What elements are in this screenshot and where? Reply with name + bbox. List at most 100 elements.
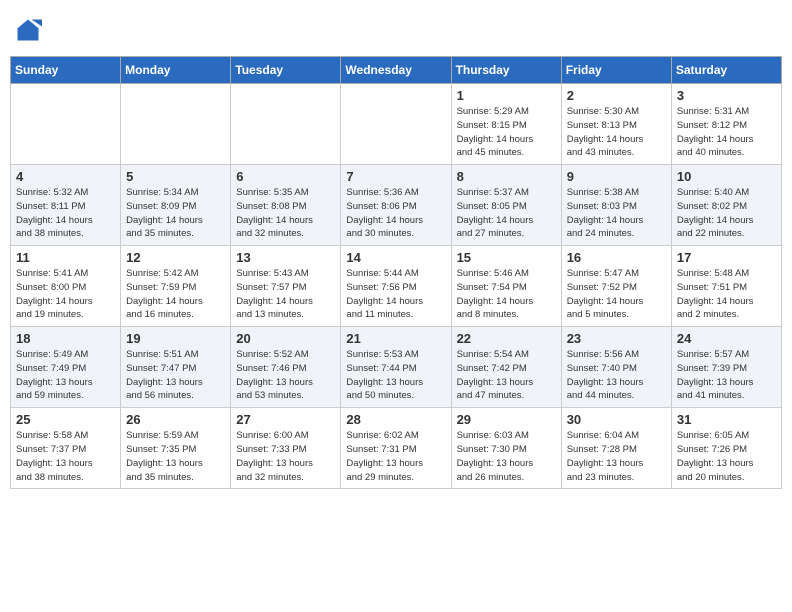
day-info: Sunrise: 5:29 AM Sunset: 8:15 PM Dayligh… (457, 105, 556, 160)
day-number: 31 (677, 412, 776, 427)
calendar-cell: 6Sunrise: 5:35 AM Sunset: 8:08 PM Daylig… (231, 165, 341, 246)
day-number: 3 (677, 88, 776, 103)
logo-icon (14, 16, 42, 44)
day-info: Sunrise: 5:42 AM Sunset: 7:59 PM Dayligh… (126, 267, 225, 322)
calendar-cell: 26 Sunrise: 5:59 AM Sunset: 7:35 PM Dayli… (121, 408, 231, 489)
page-header (10, 10, 782, 50)
calendar-cell: 18 Sunrise: 5:49 AM Sunset: 7:49 PM Dayli… (11, 327, 121, 408)
calendar-cell: 24Sunrise: 5:57 AM Sunset: 7:39 PM Dayli… (671, 327, 781, 408)
day-info: Sunrise: 5:35 AM Sunset: 8:08 PM Dayligh… (236, 186, 335, 241)
day-number: 13 (236, 250, 335, 265)
calendar-cell: 27 Sunrise: 6:00 AM Sunset: 7:33 PM Dayli… (231, 408, 341, 489)
day-number: 29 (457, 412, 556, 427)
calendar-cell: 29 Sunrise: 6:03 AM Sunset: 7:30 PM Dayli… (451, 408, 561, 489)
day-number: 23 (567, 331, 666, 346)
calendar-cell: 19Sunrise: 5:51 AM Sunset: 7:47 PM Dayli… (121, 327, 231, 408)
day-number: 14 (346, 250, 445, 265)
calendar-header-thursday: Thursday (451, 57, 561, 84)
calendar-cell (121, 84, 231, 165)
calendar-week-row: 18 Sunrise: 5:49 AM Sunset: 7:49 PM Dayli… (11, 327, 782, 408)
calendar-cell: 11 Sunrise: 5:41 AM Sunset: 8:00 PM Dayli… (11, 246, 121, 327)
day-info: Sunrise: 6:00 AM Sunset: 7:33 PM Dayligh… (236, 429, 335, 484)
calendar-week-row: 11 Sunrise: 5:41 AM Sunset: 8:00 PM Dayli… (11, 246, 782, 327)
calendar-table: SundayMondayTuesdayWednesdayThursdayFrid… (10, 56, 782, 489)
day-info: Sunrise: 5:48 AM Sunset: 7:51 PM Dayligh… (677, 267, 776, 322)
calendar-cell: 9 Sunrise: 5:38 AM Sunset: 8:03 PM Daylig… (561, 165, 671, 246)
day-info: Sunrise: 6:03 AM Sunset: 7:30 PM Dayligh… (457, 429, 556, 484)
day-info: Sunrise: 5:53 AM Sunset: 7:44 PM Dayligh… (346, 348, 445, 403)
day-number: 1 (457, 88, 556, 103)
calendar-cell: 17 Sunrise: 5:48 AM Sunset: 7:51 PM Dayli… (671, 246, 781, 327)
calendar-cell (231, 84, 341, 165)
day-number: 10 (677, 169, 776, 184)
calendar-header-row: SundayMondayTuesdayWednesdayThursdayFrid… (11, 57, 782, 84)
day-info: Sunrise: 5:59 AM Sunset: 7:35 PM Dayligh… (126, 429, 225, 484)
calendar-cell: 4 Sunrise: 5:32 AM Sunset: 8:11 PM Daylig… (11, 165, 121, 246)
day-number: 18 (16, 331, 115, 346)
calendar-cell: 20Sunrise: 5:52 AM Sunset: 7:46 PM Dayli… (231, 327, 341, 408)
day-number: 11 (16, 250, 115, 265)
day-info: Sunrise: 5:32 AM Sunset: 8:11 PM Dayligh… (16, 186, 115, 241)
calendar-cell: 21 Sunrise: 5:53 AM Sunset: 7:44 PM Dayli… (341, 327, 451, 408)
calendar-cell (11, 84, 121, 165)
day-info: Sunrise: 5:43 AM Sunset: 7:57 PM Dayligh… (236, 267, 335, 322)
day-number: 21 (346, 331, 445, 346)
day-info: Sunrise: 6:05 AM Sunset: 7:26 PM Dayligh… (677, 429, 776, 484)
day-number: 12 (126, 250, 225, 265)
day-info: Sunrise: 5:56 AM Sunset: 7:40 PM Dayligh… (567, 348, 666, 403)
day-info: Sunrise: 5:34 AM Sunset: 8:09 PM Dayligh… (126, 186, 225, 241)
calendar-week-row: 25 Sunrise: 5:58 AM Sunset: 7:37 PM Dayli… (11, 408, 782, 489)
day-number: 24 (677, 331, 776, 346)
day-info: Sunrise: 5:49 AM Sunset: 7:49 PM Dayligh… (16, 348, 115, 403)
day-info: Sunrise: 6:02 AM Sunset: 7:31 PM Dayligh… (346, 429, 445, 484)
calendar-week-row: 4 Sunrise: 5:32 AM Sunset: 8:11 PM Daylig… (11, 165, 782, 246)
day-number: 9 (567, 169, 666, 184)
calendar-cell: 7 Sunrise: 5:36 AM Sunset: 8:06 PM Daylig… (341, 165, 451, 246)
calendar-cell: 31 Sunrise: 6:05 AM Sunset: 7:26 PM Dayli… (671, 408, 781, 489)
day-info: Sunrise: 5:58 AM Sunset: 7:37 PM Dayligh… (16, 429, 115, 484)
day-number: 19 (126, 331, 225, 346)
day-info: Sunrise: 5:31 AM Sunset: 8:12 PM Dayligh… (677, 105, 776, 160)
day-info: Sunrise: 5:38 AM Sunset: 8:03 PM Dayligh… (567, 186, 666, 241)
calendar-cell: 22 Sunrise: 5:54 AM Sunset: 7:42 PM Dayli… (451, 327, 561, 408)
calendar-cell: 5 Sunrise: 5:34 AM Sunset: 8:09 PM Daylig… (121, 165, 231, 246)
day-number: 25 (16, 412, 115, 427)
day-info: Sunrise: 6:04 AM Sunset: 7:28 PM Dayligh… (567, 429, 666, 484)
day-number: 26 (126, 412, 225, 427)
calendar-cell: 30 Sunrise: 6:04 AM Sunset: 7:28 PM Dayli… (561, 408, 671, 489)
day-info: Sunrise: 5:40 AM Sunset: 8:02 PM Dayligh… (677, 186, 776, 241)
calendar-cell: 25 Sunrise: 5:58 AM Sunset: 7:37 PM Dayli… (11, 408, 121, 489)
day-number: 2 (567, 88, 666, 103)
day-number: 27 (236, 412, 335, 427)
calendar-cell: 1 Sunrise: 5:29 AM Sunset: 8:15 PM Daylig… (451, 84, 561, 165)
calendar-header-sunday: Sunday (11, 57, 121, 84)
calendar-cell: 28Sunrise: 6:02 AM Sunset: 7:31 PM Dayli… (341, 408, 451, 489)
day-info: Sunrise: 5:46 AM Sunset: 7:54 PM Dayligh… (457, 267, 556, 322)
day-info: Sunrise: 5:47 AM Sunset: 7:52 PM Dayligh… (567, 267, 666, 322)
day-info: Sunrise: 5:44 AM Sunset: 7:56 PM Dayligh… (346, 267, 445, 322)
day-number: 4 (16, 169, 115, 184)
day-number: 22 (457, 331, 556, 346)
calendar-cell: 16 Sunrise: 5:47 AM Sunset: 7:52 PM Dayli… (561, 246, 671, 327)
day-number: 8 (457, 169, 556, 184)
calendar-cell (341, 84, 451, 165)
calendar-cell: 23 Sunrise: 5:56 AM Sunset: 7:40 PM Dayli… (561, 327, 671, 408)
day-info: Sunrise: 5:41 AM Sunset: 8:00 PM Dayligh… (16, 267, 115, 322)
day-number: 17 (677, 250, 776, 265)
calendar-cell: 3 Sunrise: 5:31 AM Sunset: 8:12 PM Daylig… (671, 84, 781, 165)
day-info: Sunrise: 5:52 AM Sunset: 7:46 PM Dayligh… (236, 348, 335, 403)
day-number: 7 (346, 169, 445, 184)
calendar-week-row: 1 Sunrise: 5:29 AM Sunset: 8:15 PM Daylig… (11, 84, 782, 165)
calendar-cell: 14 Sunrise: 5:44 AM Sunset: 7:56 PM Dayli… (341, 246, 451, 327)
day-info: Sunrise: 5:37 AM Sunset: 8:05 PM Dayligh… (457, 186, 556, 241)
day-info: Sunrise: 5:54 AM Sunset: 7:42 PM Dayligh… (457, 348, 556, 403)
day-number: 15 (457, 250, 556, 265)
day-number: 16 (567, 250, 666, 265)
calendar-cell: 12 Sunrise: 5:42 AM Sunset: 7:59 PM Dayli… (121, 246, 231, 327)
calendar-header-friday: Friday (561, 57, 671, 84)
day-info: Sunrise: 5:36 AM Sunset: 8:06 PM Dayligh… (346, 186, 445, 241)
day-number: 30 (567, 412, 666, 427)
calendar-cell: 10 Sunrise: 5:40 AM Sunset: 8:02 PM Dayli… (671, 165, 781, 246)
calendar-cell: 2Sunrise: 5:30 AM Sunset: 8:13 PM Daylig… (561, 84, 671, 165)
day-number: 5 (126, 169, 225, 184)
